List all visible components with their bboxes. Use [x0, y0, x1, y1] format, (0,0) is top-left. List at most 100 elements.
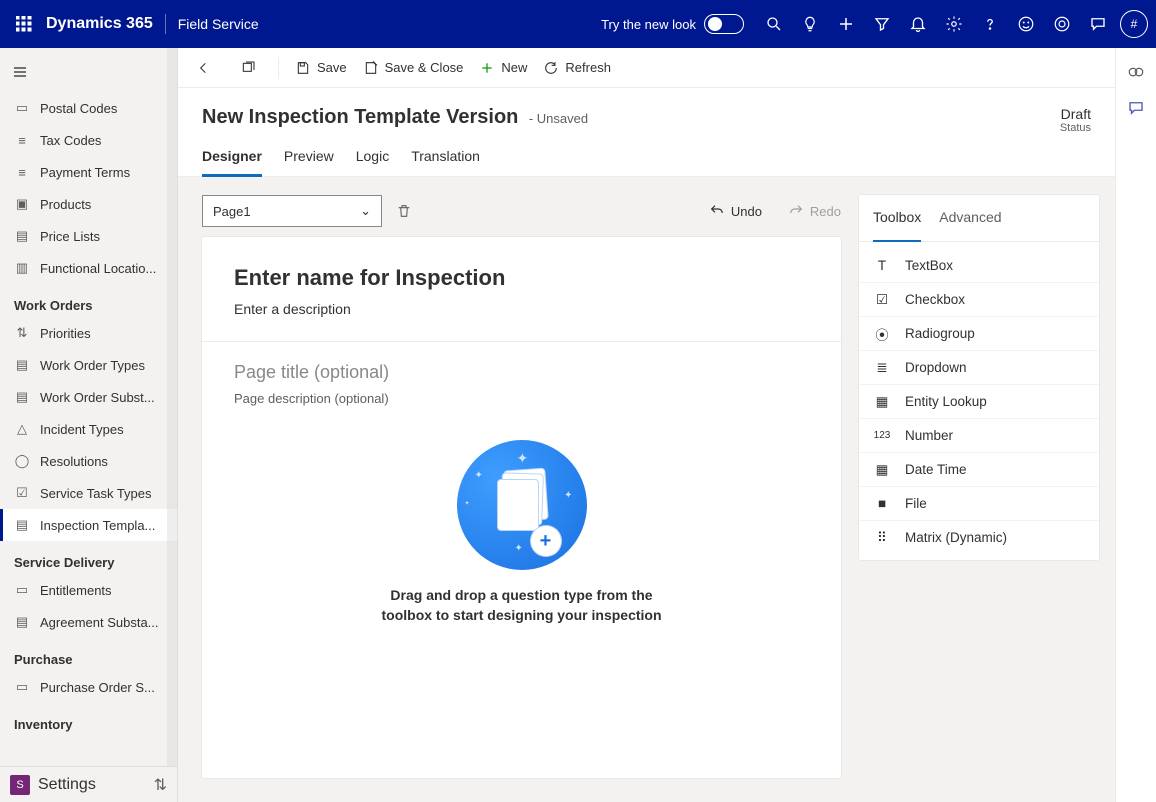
- sidebar-item-priorities[interactable]: ⇅Priorities: [0, 317, 177, 349]
- sidebar-item-purchase-order-s[interactable]: ▭Purchase Order S...: [0, 671, 177, 703]
- area-label: Settings: [38, 776, 96, 794]
- toolbox-item-file[interactable]: ■File: [859, 486, 1099, 520]
- radio-icon: ⦿: [873, 325, 891, 343]
- chevron-updown-icon: ⇅: [154, 775, 167, 795]
- back-button[interactable]: [190, 60, 218, 76]
- app-name-label[interactable]: Field Service: [178, 16, 259, 32]
- topbar-divider: [165, 14, 166, 34]
- form-tabs: Designer Preview Logic Translation: [178, 134, 1115, 177]
- avatar[interactable]: #: [1120, 10, 1148, 38]
- toolbox-panel: Toolbox Advanced TTextBox ☑Checkbox ⦿Rad…: [859, 195, 1099, 560]
- sidebar-group-inventory: Inventory: [0, 703, 177, 732]
- sidebar-item-postal-codes[interactable]: ▭Postal Codes: [0, 92, 177, 124]
- check-circle-icon: ◯: [14, 453, 30, 469]
- sidebar-item-functional-locations[interactable]: ▥Functional Locatio...: [0, 252, 177, 284]
- command-bar: Save Save & Close New Refresh: [178, 48, 1115, 88]
- toolbox-item-radiogroup[interactable]: ⦿Radiogroup: [859, 316, 1099, 350]
- designer-canvas: Enter name for Inspection Enter a descri…: [202, 237, 841, 778]
- toolbox-tab-toolbox[interactable]: Toolbox: [873, 209, 921, 242]
- toolbox-item-entity-lookup[interactable]: ▦Entity Lookup: [859, 384, 1099, 418]
- sidebar-item-agreement-substa[interactable]: ▤Agreement Substa...: [0, 606, 177, 638]
- help-icon[interactable]: [972, 0, 1008, 48]
- brand-label[interactable]: Dynamics 365: [46, 15, 153, 33]
- right-rail: [1116, 48, 1156, 802]
- toolbox-item-dropdown[interactable]: ≣Dropdown: [859, 350, 1099, 384]
- sort-icon: ⇅: [14, 325, 30, 341]
- status-value: Draft: [1060, 106, 1091, 122]
- sidebar-item-work-order-subst[interactable]: ▤Work Order Subst...: [0, 381, 177, 413]
- delete-page-button[interactable]: [394, 201, 414, 221]
- sidebar-item-products[interactable]: ▣Products: [0, 188, 177, 220]
- waffle-icon[interactable]: [8, 0, 40, 48]
- sidebar-group-purchase: Purchase: [0, 638, 177, 671]
- chat-icon[interactable]: [1080, 0, 1116, 48]
- toolbox-tab-advanced[interactable]: Advanced: [939, 209, 1001, 231]
- sidebar-area-switcher[interactable]: S Settings ⇅: [0, 766, 177, 802]
- sidebar-item-resolutions[interactable]: ◯Resolutions: [0, 445, 177, 477]
- copilot-icon[interactable]: [1124, 60, 1148, 84]
- sidebar-item-work-order-types[interactable]: ▤Work Order Types: [0, 349, 177, 381]
- unsaved-label: - Unsaved: [529, 111, 588, 126]
- dropdown-icon: ≣: [873, 359, 891, 377]
- question-dropzone[interactable]: ✦✦✦✦✦ + Drag and drop a question type fr…: [234, 430, 809, 665]
- sidebar-group-work-orders: Work Orders: [0, 284, 177, 317]
- bell-icon[interactable]: [900, 0, 936, 48]
- dropzone-illustration: ✦✦✦✦✦ +: [457, 440, 587, 570]
- warning-icon: △: [14, 421, 30, 437]
- try-new-look: Try the new look: [601, 14, 744, 34]
- smiley-icon[interactable]: [1008, 0, 1044, 48]
- assist-icon[interactable]: [1044, 0, 1080, 48]
- toolbox-item-textbox[interactable]: TTextBox: [859, 248, 1099, 282]
- chevron-down-icon: ⌄: [360, 203, 371, 219]
- page-description-input[interactable]: Page description (optional): [234, 391, 809, 406]
- inspection-name-input[interactable]: Enter name for Inspection: [234, 265, 809, 291]
- clipboard-icon: ▤: [14, 389, 30, 405]
- inspection-description-input[interactable]: Enter a description: [234, 301, 809, 317]
- sidebar-item-entitlements[interactable]: ▭Entitlements: [0, 574, 177, 606]
- area-badge: S: [10, 775, 30, 795]
- document-icon: ▤: [14, 614, 30, 630]
- teams-chat-icon[interactable]: [1124, 96, 1148, 120]
- document-icon: ▭: [14, 582, 30, 598]
- toolbox-item-checkbox[interactable]: ☑Checkbox: [859, 282, 1099, 316]
- filter-icon[interactable]: [864, 0, 900, 48]
- tab-preview[interactable]: Preview: [284, 148, 334, 176]
- canvas-toolbar: Page1 ⌄ Undo Redo: [202, 195, 841, 227]
- refresh-button[interactable]: Refresh: [543, 60, 611, 76]
- tab-translation[interactable]: Translation: [411, 148, 480, 176]
- tab-designer[interactable]: Designer: [202, 148, 262, 177]
- toolbox-item-datetime[interactable]: ▦Date Time: [859, 452, 1099, 486]
- grid-icon: ▦: [873, 393, 891, 411]
- search-icon[interactable]: [756, 0, 792, 48]
- undo-button[interactable]: Undo: [709, 203, 762, 219]
- sidebar-item-price-lists[interactable]: ▤Price Lists: [0, 220, 177, 252]
- plus-icon[interactable]: [828, 0, 864, 48]
- new-button[interactable]: New: [479, 60, 527, 76]
- save-button[interactable]: Save: [295, 60, 347, 76]
- building-icon: ▥: [14, 260, 30, 276]
- hamburger-icon[interactable]: [0, 52, 177, 92]
- redo-button[interactable]: Redo: [788, 203, 841, 219]
- try-new-look-toggle[interactable]: [704, 14, 744, 34]
- page-title-input[interactable]: Page title (optional): [234, 362, 809, 383]
- avatar-initial: #: [1131, 17, 1138, 31]
- gear-icon[interactable]: [936, 0, 972, 48]
- divider: [202, 341, 841, 342]
- stack-icon: ≡: [14, 132, 30, 148]
- sidebar-item-tax-codes[interactable]: ≡Tax Codes: [0, 124, 177, 156]
- page-title: New Inspection Template Version: [202, 106, 518, 128]
- tab-logic[interactable]: Logic: [356, 148, 389, 176]
- open-new-window-button[interactable]: [234, 60, 262, 76]
- toolbox-item-number[interactable]: 123Number: [859, 418, 1099, 452]
- toolbox-item-matrix[interactable]: ⠿Matrix (Dynamic): [859, 520, 1099, 554]
- sidebar-group-service-delivery: Service Delivery: [0, 541, 177, 574]
- sidebar-item-service-task-types[interactable]: ☑Service Task Types: [0, 477, 177, 509]
- page-selector-dropdown[interactable]: Page1 ⌄: [202, 195, 382, 227]
- left-sidebar: ▭Postal Codes ≡Tax Codes ≡Payment Terms …: [0, 48, 178, 802]
- save-close-button[interactable]: Save & Close: [363, 60, 464, 76]
- sidebar-item-incident-types[interactable]: △Incident Types: [0, 413, 177, 445]
- sidebar-item-payment-terms[interactable]: ≡Payment Terms: [0, 156, 177, 188]
- lightbulb-icon[interactable]: [792, 0, 828, 48]
- try-new-look-label: Try the new look: [601, 17, 696, 32]
- sidebar-item-inspection-templates[interactable]: ▤Inspection Templa...: [0, 509, 177, 541]
